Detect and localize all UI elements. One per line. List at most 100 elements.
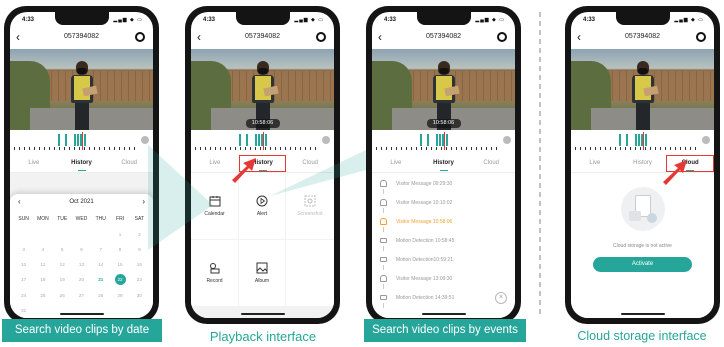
caption-playback: Playback interface — [209, 329, 317, 344]
tab-live[interactable]: Live — [10, 155, 58, 172]
tab-history[interactable]: History — [420, 155, 468, 172]
calendar-day[interactable]: 4 — [33, 245, 52, 254]
settings-icon[interactable] — [316, 32, 326, 42]
home-indicator — [620, 313, 665, 315]
timeline[interactable] — [571, 130, 714, 155]
phone-screen: 4:33 ▂▄▆ ◆ ▭ ‹ 057394082 10:58:06 Live H… — [372, 12, 515, 318]
calendar-day[interactable]: 13 — [72, 260, 91, 269]
zoom-icon[interactable] — [503, 136, 511, 144]
video-player[interactable] — [10, 49, 153, 130]
calendar-day[interactable]: 6 — [72, 245, 91, 254]
tab-live[interactable]: Live — [571, 155, 619, 172]
menu-alert[interactable]: Alert — [239, 173, 285, 239]
menu-record[interactable]: Record — [191, 240, 238, 306]
calendar-day[interactable]: 12 — [53, 260, 72, 269]
calendar-day[interactable]: 30 — [130, 291, 149, 300]
event-label: Motion Detection10:59:21 — [396, 257, 453, 263]
event-row[interactable]: Visitor Message 10:58:06 — [380, 215, 511, 232]
timeline-connector — [383, 284, 384, 289]
timeline[interactable] — [10, 130, 153, 155]
calendar-day[interactable]: 29 — [110, 291, 129, 300]
recording-mark — [239, 134, 241, 146]
event-row[interactable]: Motion Detection 14:39:51 — [380, 291, 511, 308]
timeline[interactable] — [191, 130, 334, 155]
nav-bar: ‹ 057394082 — [10, 28, 153, 48]
calendar-day[interactable]: 27 — [72, 291, 91, 300]
recording-mark — [446, 134, 448, 146]
calendar-day[interactable]: 17 — [14, 275, 33, 284]
timeline-cursor[interactable] — [642, 132, 644, 150]
calendar-day[interactable]: 26 — [53, 291, 72, 300]
calendar-day[interactable]: 20 — [72, 275, 91, 284]
menu-calendar[interactable]: Calendar — [191, 173, 238, 239]
menu-album[interactable]: Album — [239, 240, 285, 306]
prev-month-icon[interactable]: ‹ — [18, 197, 21, 206]
tab-cloud[interactable]: Cloud — [286, 155, 334, 172]
calendar-day[interactable]: 18 — [33, 275, 52, 284]
zoom-icon[interactable] — [141, 136, 149, 144]
tab-history[interactable]: History — [238, 155, 287, 172]
settings-icon[interactable] — [135, 32, 145, 42]
menu-alert-label: Alert — [256, 211, 268, 217]
timeline-cursor[interactable] — [81, 132, 83, 150]
settings-icon[interactable] — [497, 32, 507, 42]
recording-mark — [255, 134, 257, 146]
calendar-blank — [33, 230, 52, 239]
calendar-day[interactable]: 31 — [14, 306, 33, 315]
video-player[interactable]: 10:58:06 — [191, 49, 334, 130]
calendar-day[interactable]: 2 — [130, 230, 149, 239]
calendar-day[interactable]: 16 — [130, 260, 149, 269]
next-month-icon[interactable]: › — [142, 197, 145, 206]
signal-icons: ▂▄▆ ◆ ▭ — [113, 17, 143, 23]
video-player[interactable] — [571, 49, 714, 130]
calendar-day[interactable]: 22 — [114, 274, 126, 285]
cloud-panel: Cloud storage is not active Activate — [571, 173, 714, 318]
calendar-day[interactable]: 11 — [33, 260, 52, 269]
weekday-label: MON — [37, 216, 49, 222]
calendar-day[interactable]: 23 — [130, 275, 149, 284]
calendar-day[interactable]: 21 — [91, 275, 110, 284]
event-row[interactable]: Visitor Message 09:29:30 — [380, 177, 511, 194]
timeline-cursor[interactable] — [443, 132, 445, 150]
activate-button[interactable]: Activate — [593, 257, 692, 272]
event-row[interactable]: Motion Detection 10:58:45 — [380, 234, 511, 251]
event-row[interactable]: Visitor Message 10:10:02 — [380, 196, 511, 213]
timeline-connector — [383, 265, 384, 270]
calendar-day[interactable]: 7 — [91, 245, 110, 254]
menu-screenshot[interactable]: Screenshot — [286, 173, 334, 239]
timeline-connector — [383, 246, 384, 251]
camera-title: 057394082 — [425, 33, 462, 40]
video-player[interactable]: 10:58:06 — [372, 49, 515, 130]
calendar-day[interactable]: 19 — [53, 275, 72, 284]
calendar-day[interactable]: 15 — [110, 260, 129, 269]
settings-icon[interactable] — [696, 32, 706, 42]
tab-live[interactable]: Live — [191, 155, 239, 172]
timeline-cursor[interactable] — [262, 132, 264, 150]
phone-playback: 4:33 ▂▄▆ ◆ ▭ ‹ 057394082 10:58:06 Live H… — [185, 6, 340, 324]
calendar-day[interactable]: 1 — [110, 230, 129, 239]
tab-cloud[interactable]: Cloud — [105, 155, 153, 172]
calendar-day[interactable]: 8 — [110, 245, 129, 254]
event-row[interactable]: Visitor Message 13:09:30 — [380, 272, 511, 289]
zoom-icon[interactable] — [322, 136, 330, 144]
calendar-day[interactable]: 3 — [14, 245, 33, 254]
tab-cloud[interactable]: Cloud — [666, 155, 714, 172]
calendar-day[interactable]: 10 — [14, 260, 33, 269]
tab-history[interactable]: History — [619, 155, 667, 172]
timeline-ticks — [376, 147, 501, 150]
zoom-icon[interactable] — [702, 136, 710, 144]
video-person — [69, 61, 98, 130]
tab-history[interactable]: History — [58, 155, 106, 172]
calendar-day[interactable]: 25 — [33, 291, 52, 300]
tab-live[interactable]: Live — [372, 155, 420, 172]
calendar-day[interactable]: 5 — [53, 245, 72, 254]
motion-icon — [380, 257, 387, 262]
tab-cloud[interactable]: Cloud — [467, 155, 515, 172]
calendar-day[interactable]: 14 — [91, 260, 110, 269]
timeline[interactable] — [372, 130, 515, 155]
calendar-day[interactable]: 28 — [91, 291, 110, 300]
event-row[interactable]: Motion Detection10:59:21 — [380, 253, 511, 270]
calendar-day[interactable]: 9 — [130, 245, 149, 254]
caption-cloud: Cloud storage interface — [577, 329, 707, 343]
calendar-day[interactable]: 24 — [14, 291, 33, 300]
